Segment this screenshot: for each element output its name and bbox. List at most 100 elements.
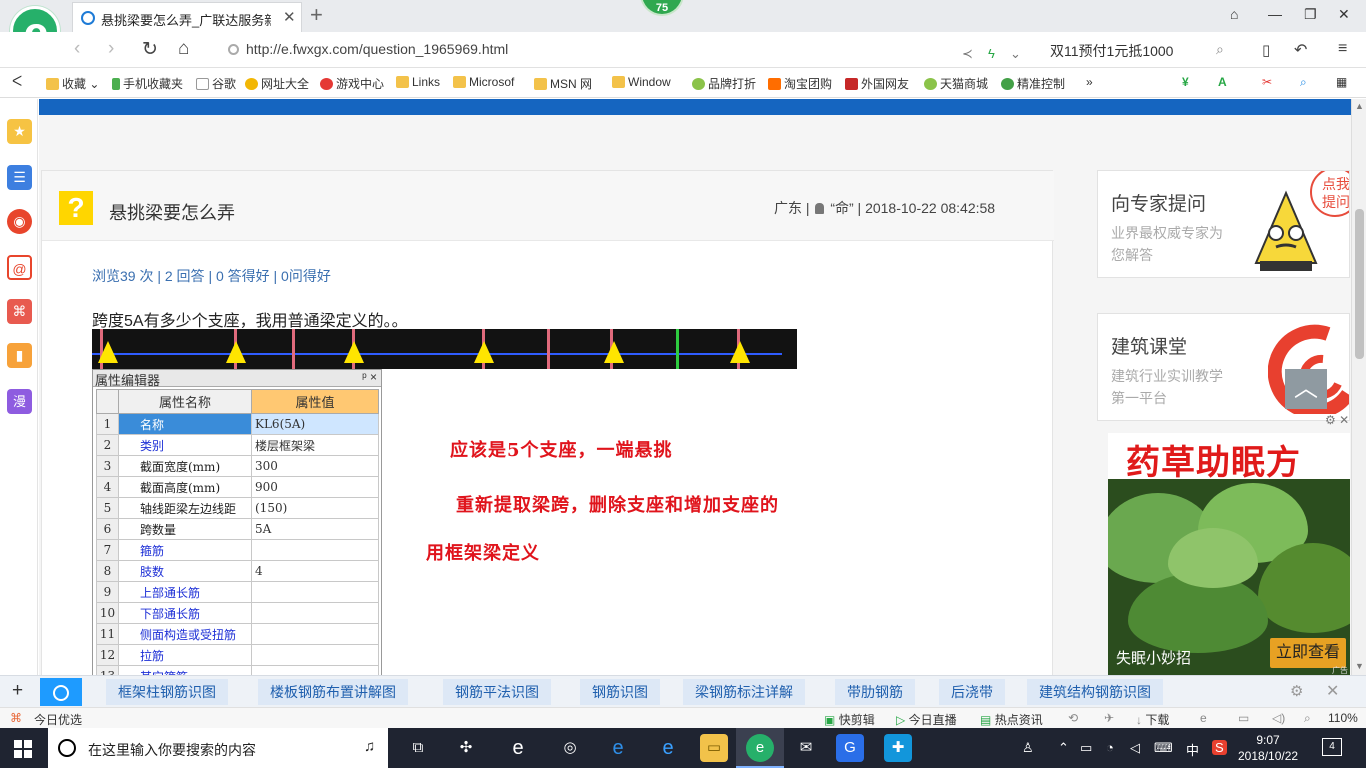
battery-icon[interactable]: ▭ [1080, 740, 1092, 756]
add-icon[interactable]: + [12, 680, 23, 702]
menu-icon[interactable]: ≡ [1338, 40, 1347, 58]
status-item-clip[interactable]: ▣ 快剪辑 [824, 711, 875, 728]
tab-close-icon[interactable]: ✕ [283, 8, 296, 26]
task-view-icon[interactable]: ⧉ [404, 734, 432, 762]
zoom-level[interactable]: 110% [1328, 711, 1358, 725]
home-icon[interactable]: ⌂ [178, 38, 189, 60]
search-icon[interactable]: ⌕ [1216, 41, 1224, 58]
edge-icon[interactable]: e [604, 734, 632, 762]
scroll-down-icon[interactable]: ▼ [1355, 661, 1364, 671]
plus-app-icon[interactable]: ✚ [884, 734, 912, 762]
close-icon[interactable]: ✕ [1326, 681, 1339, 701]
bookmark-msn[interactable]: MSN 网 [534, 75, 592, 92]
advertisement[interactable]: 药草助眠方 失眠小妙招 立即查看 广告 [1108, 433, 1350, 675]
tag-link[interactable]: 钢筋识图 [580, 679, 660, 705]
ime-indicator[interactable]: 中 [1186, 740, 1199, 759]
mobile-icon[interactable]: ▯ [1262, 41, 1270, 59]
speaker-icon[interactable]: ◁ [1130, 740, 1140, 756]
email-icon[interactable]: @ [7, 255, 32, 280]
status-refresh-icon[interactable]: ⟲ [1068, 711, 1078, 725]
mail-icon[interactable]: ✉ [792, 734, 820, 762]
bookmark-microsoft[interactable]: Microsof [453, 75, 514, 89]
magnifier-icon[interactable]: ⌕ [1300, 75, 1307, 90]
bookmark-tmall[interactable]: 天猫商城 [924, 75, 988, 92]
bookmark-precise[interactable]: 精准控制 [1001, 75, 1065, 92]
ask-expert-card[interactable]: 向专家提问 业界最权威专家为您解答 点我提问 [1097, 170, 1350, 278]
new-tab-icon[interactable]: + [310, 2, 323, 28]
wifi-icon[interactable]: ◔ [1106, 740, 1114, 755]
browser-e-icon[interactable]: e [504, 734, 532, 762]
bookmark-more-icon[interactable]: » [1086, 75, 1093, 89]
back-to-top-button[interactable]: ︿ [1285, 369, 1327, 409]
tag-search-button[interactable] [40, 678, 82, 706]
window-close-icon[interactable]: ✕ [1338, 6, 1350, 23]
tag-link[interactable]: 建筑结构钢筋识图 [1027, 679, 1163, 705]
status-item-news[interactable]: ▤ 热点资讯 [980, 711, 1043, 728]
gear-icon[interactable]: ⚙ [1290, 682, 1303, 700]
tag-link[interactable]: 后浇带 [939, 679, 1005, 705]
tag-link[interactable]: 带肋钢筋 [835, 679, 915, 705]
pinwheel-app-icon[interactable]: ✣ [452, 734, 480, 762]
minimize-icon[interactable]: — [1268, 6, 1282, 22]
game-app-icon[interactable]: ◎ [556, 734, 584, 762]
page-scrollbar[interactable]: ▲ ▼ [1351, 99, 1366, 675]
lightning-icon[interactable]: ϟ [988, 46, 995, 61]
file-explorer-icon[interactable]: ▭ [700, 734, 728, 762]
taskbar-search-input[interactable]: 在这里输入你要搜索的内容 ♫ [48, 728, 388, 768]
news-list-icon[interactable]: ☰ [7, 165, 32, 190]
shield-icon[interactable]: ¥ [1182, 75, 1189, 89]
ad-settings-icon[interactable]: ⚙ [1325, 413, 1336, 427]
bookmark-windows[interactable]: Window [612, 75, 671, 89]
apps-grid-icon[interactable]: ▦ [1336, 75, 1347, 89]
today-picks[interactable]: 今日优选 [34, 711, 82, 728]
bookmark-sites[interactable]: 网址大全 [245, 75, 309, 92]
bookmark-links[interactable]: Links [396, 75, 440, 89]
sogou-icon[interactable]: S [1212, 740, 1227, 755]
share-icon[interactable]: ≺ [962, 46, 973, 62]
status-pin-icon[interactable]: ✈ [1104, 711, 1114, 725]
dropdown-chevron-icon[interactable]: ⌄ [1010, 46, 1021, 62]
status-item-live[interactable]: ▷ 今日直播 [896, 711, 957, 728]
game-controller-icon[interactable]: ⌘ [7, 299, 32, 324]
browser-tab[interactable]: 悬挑梁要怎么弄_广联达服务新干线 ✕ [72, 2, 302, 32]
ad-view-button[interactable]: 立即查看 [1270, 638, 1346, 668]
ad-close-icon[interactable]: ✕ [1339, 413, 1349, 427]
back-icon[interactable]: ‹ [74, 38, 80, 60]
keyboard-icon[interactable]: ⌨ [1154, 740, 1173, 756]
tag-link[interactable]: 楼板钢筋布置讲解图 [258, 679, 408, 705]
tag-link[interactable]: 梁钢筋标注详解 [683, 679, 805, 705]
forward-icon[interactable]: › [108, 38, 114, 60]
tag-link[interactable]: 框架柱钢筋识图 [106, 679, 228, 705]
scroll-up-icon[interactable]: ▲ [1355, 101, 1364, 111]
people-icon[interactable]: ♙ [1022, 740, 1034, 756]
comic-icon[interactable]: 漫 [7, 389, 32, 414]
status-ie-icon[interactable]: e [1200, 711, 1207, 725]
bookmark-foreign[interactable]: 外国网友 [845, 75, 909, 92]
system-clock[interactable]: 9:07 2018/10/22 [1238, 732, 1298, 764]
bookmark-google[interactable]: 谷歌 [196, 75, 236, 92]
g-app-icon[interactable]: G [836, 734, 864, 762]
url-field[interactable]: http://e.fwxgx.com/question_1965969.html… [222, 37, 1034, 63]
refresh-icon[interactable]: ↻ [142, 38, 158, 61]
undo-icon[interactable]: ↶ [1294, 40, 1307, 60]
bookmark-taobao[interactable]: 淘宝团购 [768, 75, 832, 92]
skin-icon[interactable]: ⌂ [1230, 6, 1238, 22]
favorites-star-icon[interactable]: ★ [7, 119, 32, 144]
book-icon[interactable]: ▮ [7, 343, 32, 368]
maximize-icon[interactable]: ❐ [1304, 6, 1317, 23]
search-input[interactable]: 双11预付1元抵1000 ⌕ [1040, 37, 1240, 63]
tray-expand-icon[interactable]: ⌃ [1058, 740, 1069, 756]
weibo-icon[interactable]: ◉ [7, 209, 32, 234]
ie-icon[interactable]: e [654, 734, 682, 762]
bookmark-games[interactable]: 游戏中心 [320, 75, 384, 92]
browser-app-icon[interactable]: e [746, 734, 774, 762]
tag-link[interactable]: 钢筋平法识图 [443, 679, 551, 705]
volume-icon[interactable]: ◁) [1272, 711, 1285, 725]
weather-badge[interactable]: 75 [640, 0, 684, 16]
microphone-icon[interactable]: ♫ [364, 738, 375, 755]
translate-icon[interactable]: A [1218, 75, 1227, 89]
windows-start-icon[interactable] [14, 740, 32, 758]
status-window-icon[interactable]: ▭ [1238, 711, 1249, 725]
status-item-download[interactable]: ↓ 下载 [1136, 711, 1169, 728]
zoom-icon[interactable]: ⌕ [1304, 711, 1311, 726]
